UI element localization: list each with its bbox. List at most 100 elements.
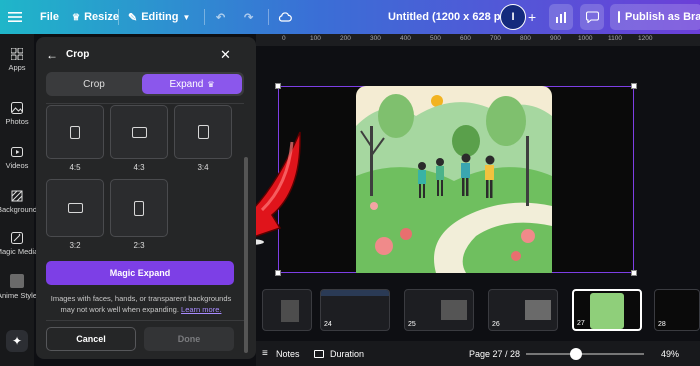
sidebar-item-videos[interactable]: Videos xyxy=(0,146,34,170)
page-number: 27 xyxy=(577,320,585,327)
background-icon xyxy=(11,190,23,202)
ruler-tick: 500 xyxy=(430,35,441,42)
page-thumbnail[interactable] xyxy=(262,289,312,331)
crown-icon: ♛ xyxy=(207,79,215,89)
sidebar-item-label: Anime Style xyxy=(0,291,38,300)
cloud-save-icon[interactable] xyxy=(278,0,292,34)
comments-button[interactable] xyxy=(580,4,604,30)
magic-media-icon xyxy=(11,232,23,244)
resize-handle[interactable] xyxy=(275,270,281,276)
brand-kit-icon xyxy=(618,11,620,23)
sidebar-item-magic-media[interactable]: Magic Media xyxy=(0,232,40,256)
resize-button[interactable]: ♕ Resize xyxy=(72,0,119,34)
sidebar-item-anime-style[interactable]: Anime Style xyxy=(0,274,40,300)
close-icon[interactable]: ✕ xyxy=(220,47,231,63)
ratio-4-5-option[interactable] xyxy=(46,105,104,159)
tab-crop[interactable]: Crop xyxy=(46,72,142,96)
tab-expand[interactable]: Expand ♛ xyxy=(142,74,242,94)
photo-icon xyxy=(11,102,23,114)
chevron-down-icon: ▼ xyxy=(182,12,191,22)
tab-expand-label: Expand xyxy=(169,78,204,90)
top-toolbar: File ♕ Resize ✎ Editing ▼ ↶ ↷ Untitled (… xyxy=(0,0,700,34)
publish-button[interactable]: Publish as Brand xyxy=(610,4,700,30)
page-thumbnail[interactable]: 25 xyxy=(404,289,474,331)
resize-handle[interactable] xyxy=(631,270,637,276)
crown-icon: ♕ xyxy=(72,11,81,22)
crop-panel-header: ← Crop ✕ xyxy=(36,37,256,73)
sidebar-item-background[interactable]: Background xyxy=(0,190,40,214)
duration-button[interactable]: Duration xyxy=(330,349,364,359)
crop-expand-toggle: Crop Expand ♛ xyxy=(46,72,244,96)
ratio-preview-icon xyxy=(67,203,83,213)
zoom-level[interactable]: 49% xyxy=(661,349,679,359)
panel-scrollbar[interactable] xyxy=(244,157,248,353)
ratio-2-3-option[interactable] xyxy=(110,179,168,237)
ratio-label: 4:5 xyxy=(69,163,81,172)
ratio-3-4-option[interactable] xyxy=(174,105,232,159)
sidebar-item-label: Videos xyxy=(5,161,29,170)
sidebar-item-apps[interactable]: Apps xyxy=(0,48,34,72)
page-thumbnail-active[interactable]: 27 xyxy=(572,289,642,331)
resize-handle[interactable] xyxy=(275,83,281,89)
notes-button[interactable]: Notes xyxy=(276,349,300,359)
sidebar-item-label: Magic Media xyxy=(0,247,39,256)
ratio-3-2-option[interactable] xyxy=(46,179,104,237)
expand-warning-text: Images with faces, hands, or transparent… xyxy=(46,293,236,315)
ruler-tick: 0 xyxy=(282,35,286,42)
ruler-tick: 900 xyxy=(550,35,561,42)
undo-icon[interactable]: ↶ xyxy=(216,0,225,34)
ruler-tick: 1100 xyxy=(608,35,622,42)
ratio-4-3-option[interactable] xyxy=(110,105,168,159)
bottom-bar: ≡ Notes Duration Page 27 / 28 49% xyxy=(256,341,700,366)
ruler-tick: 1000 xyxy=(578,35,593,42)
horizontal-ruler: 0 100 200 300 400 500 600 700 800 900 10… xyxy=(256,34,700,46)
panel-title: Crop xyxy=(66,49,90,60)
left-sidebar: Apps Photos Videos Background Magic Medi… xyxy=(0,34,38,366)
zoom-slider[interactable] xyxy=(526,348,644,360)
page-thumbnail[interactable]: 28 xyxy=(654,289,700,331)
avatar[interactable]: I xyxy=(500,4,526,30)
duration-icon xyxy=(314,349,324,358)
design-canvas[interactable] xyxy=(275,83,637,276)
redo-icon[interactable]: ↷ xyxy=(244,0,253,34)
page-thumbnail[interactable]: 24 xyxy=(320,289,390,331)
learn-more-link[interactable]: Learn more. xyxy=(181,305,221,314)
ratio-label: 3:4 xyxy=(197,163,209,172)
ruler-tick: 1200 xyxy=(638,35,653,42)
sidebar-item-photos[interactable]: Photos xyxy=(0,102,34,126)
sparkle-icon: ✦ xyxy=(11,334,23,348)
analytics-button[interactable] xyxy=(549,4,573,30)
ratio-preview-icon xyxy=(131,126,147,138)
magic-sparkle-button[interactable]: ✦ xyxy=(6,330,28,352)
magic-expand-button[interactable]: Magic Expand xyxy=(46,261,234,285)
ruler-tick: 200 xyxy=(340,35,351,42)
ratio-preview-icon xyxy=(134,200,144,216)
cancel-button[interactable]: Cancel xyxy=(46,327,136,351)
park-illustration[interactable] xyxy=(356,86,552,273)
sidebar-item-label: Background xyxy=(0,205,38,214)
ratio-preview-icon xyxy=(197,125,209,139)
page-number: 28 xyxy=(658,321,666,328)
ruler-tick: 600 xyxy=(460,35,471,42)
file-menu[interactable]: File xyxy=(40,0,59,34)
publish-label: Publish as Brand xyxy=(625,11,700,23)
page-indicator[interactable]: Page 27 / 28 xyxy=(469,349,520,359)
zoom-slider-handle[interactable] xyxy=(570,348,582,360)
resize-handle[interactable] xyxy=(631,83,637,89)
anime-style-thumbnail xyxy=(10,274,24,288)
menu-icon[interactable] xyxy=(8,0,22,34)
editing-dropdown[interactable]: ✎ Editing ▼ xyxy=(128,0,190,34)
done-button[interactable]: Done xyxy=(144,327,234,351)
crop-panel: ← Crop ✕ Crop Expand ♛ 4:5 4:3 3:4 3:2 2… xyxy=(36,37,256,359)
ratio-label: 3:2 xyxy=(69,241,81,250)
back-arrow-icon[interactable]: ← xyxy=(46,48,58,62)
sidebar-item-label: Apps xyxy=(8,63,26,72)
page-thumbnail[interactable]: 26 xyxy=(488,289,558,331)
apps-icon xyxy=(11,48,23,60)
ruler-tick: 300 xyxy=(370,35,381,42)
add-collaborator-icon[interactable]: + xyxy=(528,0,536,34)
document-title[interactable]: Untitled (1200 x 628 px) xyxy=(388,0,510,34)
bar-chart-icon xyxy=(556,11,566,23)
resize-label: Resize xyxy=(84,11,119,23)
page-number: 25 xyxy=(408,321,416,328)
